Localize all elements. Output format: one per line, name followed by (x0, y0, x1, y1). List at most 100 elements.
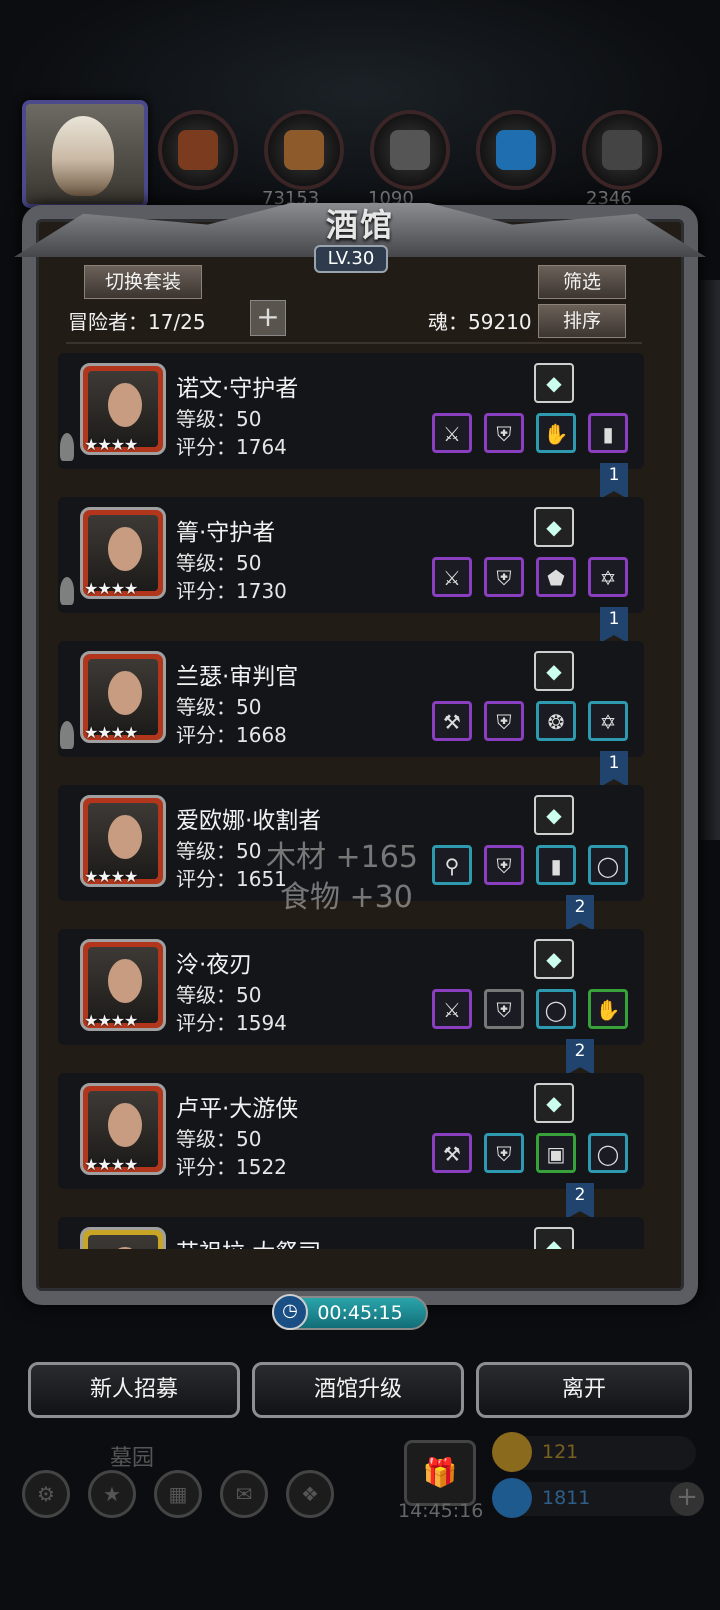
gold-counter: 121 (492, 1432, 696, 1472)
achievement-icon[interactable]: ★ (88, 1470, 136, 1518)
hero-stars: ★★★★ (84, 867, 138, 886)
team-flag: 1 (600, 463, 628, 499)
hero-name: 卢平·大游侠 (176, 1096, 299, 1122)
recruit-button[interactable]: 新人招募 (28, 1362, 240, 1418)
gauntlet-icon[interactable]: ✋ (536, 413, 576, 453)
blue-flame-icon[interactable]: ◆ (534, 939, 574, 979)
hero-level: 等级：50 (176, 839, 262, 863)
hero-row[interactable]: ★★★★ 泠·夜刃 等级：50 评分：1594 ◆ ⚔ ⛨ ◯ ✋ 2 (58, 929, 644, 1075)
hero-row[interactable]: ★★★★ 箐·守护者 等级：50 评分：1730 ◆ ⚔ ⛨ ⬟ ✡ 1 (58, 497, 644, 643)
ring-icon[interactable]: ◯ (588, 1133, 628, 1173)
divider (66, 342, 642, 344)
hero-level: 等级：50 (176, 1127, 262, 1151)
hero-level: 等级：50 (176, 407, 262, 431)
hero-name: 箐·守护者 (176, 520, 276, 546)
player-avatar[interactable] (22, 100, 148, 208)
settings-icon[interactable]: ⚙ (22, 1470, 70, 1518)
ring-icon[interactable]: ◯ (588, 845, 628, 885)
quest-icon[interactable]: ❖ (286, 1470, 334, 1518)
soul-count: 魂：59210 (428, 310, 532, 334)
wood-gain-popup: 木材 +165 (266, 840, 418, 875)
hero-score: 评分：1522 (176, 1155, 287, 1179)
armor-icon[interactable]: ⛨ (484, 413, 524, 453)
adventurer-count: 冒险者：17/25 (68, 310, 206, 334)
hammer-icon[interactable]: ⚒ (432, 701, 472, 741)
ghost-icon (60, 433, 74, 461)
team-flag: 2 (566, 1039, 594, 1075)
armor-icon[interactable]: ⛨ (484, 557, 524, 597)
hero-row[interactable]: ★★★★ 卢平·大游侠 等级：50 评分：1522 ◆ ⚒ ⛨ ▣ ◯ 2 (58, 1073, 644, 1219)
axe-icon[interactable]: ⚲ (432, 845, 472, 885)
food-resource-icon[interactable] (158, 110, 238, 190)
crystal-resource-icon[interactable] (476, 110, 556, 190)
necklace-icon[interactable]: ✡ (588, 557, 628, 597)
chest-icon[interactable]: ▣ (536, 1133, 576, 1173)
armor-icon[interactable]: ⛨ (484, 701, 524, 741)
hero-score: 评分：1594 (176, 1011, 287, 1035)
resource-bar: 73153 1090 2346 (0, 0, 720, 230)
hero-level: 等级：50 (176, 983, 262, 1007)
hero-stars: ★★★★ (84, 723, 138, 742)
stone-resource-icon[interactable] (582, 110, 662, 190)
red-gem-icon[interactable]: ◆ (534, 1227, 574, 1249)
hero-name: 艾祖拉·大祭司 (176, 1233, 321, 1249)
location-label: 墓园 (110, 1446, 155, 1471)
add-slot-button[interactable]: + (250, 300, 286, 336)
ghost-icon (60, 577, 74, 605)
gem-icon (492, 1478, 532, 1518)
hero-level: 等级：50 (176, 695, 262, 719)
mail-icon[interactable]: ✉ (220, 1470, 268, 1518)
add-currency-button[interactable]: + (670, 1482, 704, 1516)
hero-score: 评分：1730 (176, 579, 287, 603)
wood-icon[interactable]: ▮ (536, 845, 576, 885)
armor-icon[interactable]: ⛨ (484, 989, 524, 1029)
gauntlet-icon[interactable]: ✋ (588, 989, 628, 1029)
wood-resource-icon[interactable] (264, 110, 344, 190)
upgrade-tavern-button[interactable]: 酒馆升级 (252, 1362, 464, 1418)
iron-resource-icon[interactable] (370, 110, 450, 190)
wood-icon[interactable]: ▮ (588, 413, 628, 453)
hero-name: 兰瑟·审判官 (176, 664, 299, 690)
hero-row[interactable]: ★★★★ 诺文·守护者 等级：50 评分：1764 ◆ ⚔ ⛨ ✋ ▮ 1 (58, 353, 644, 499)
switch-outfit-button[interactable]: 切换套装 (84, 265, 202, 299)
team-flag: 2 (566, 1183, 594, 1219)
bow-icon[interactable]: ◆ (534, 651, 574, 691)
hero-stars: ★★★★ (84, 435, 138, 454)
dagger-icon[interactable]: ⚔ (432, 989, 472, 1029)
sword-icon[interactable]: ⚔ (432, 557, 472, 597)
shield-icon[interactable]: ⬟ (536, 557, 576, 597)
sword-icon[interactable]: ⚔ (432, 413, 472, 453)
side-frame (698, 280, 720, 840)
hero-row[interactable]: ★★★★ 兰瑟·审判官 等级：50 评分：1668 ◆ ⚒ ⛨ ❂ ✡ 1 (58, 641, 644, 787)
glove-icon[interactable]: ◆ (534, 1083, 574, 1123)
avatar-face (52, 116, 114, 196)
gem-counter: 1811 (492, 1478, 696, 1518)
hero-score: 评分：1764 (176, 435, 287, 459)
sort-button[interactable]: 排序 (538, 304, 626, 338)
ghost-icon (60, 721, 74, 749)
filter-button[interactable]: 筛选 (538, 265, 626, 299)
scythe-icon[interactable]: ⚒ (432, 1133, 472, 1173)
hero-name: 泠·夜刃 (176, 952, 253, 978)
gold-icon (492, 1432, 532, 1472)
inventory-icon[interactable]: ▦ (154, 1470, 202, 1518)
amulet-icon[interactable]: ✡ (588, 701, 628, 741)
hero-row[interactable]: 艾祖拉·大祭司 ◆ (58, 1217, 644, 1249)
hero-portrait[interactable] (80, 1227, 166, 1249)
red-gem-icon[interactable]: ◆ (534, 507, 574, 547)
ring-icon[interactable]: ◯ (536, 989, 576, 1029)
panel-title: 酒馆 (325, 206, 394, 244)
gem-value: 1811 (542, 1487, 591, 1509)
moon-amulet-icon[interactable]: ◆ (534, 363, 574, 403)
team-flag: 1 (600, 607, 628, 643)
leave-button[interactable]: 离开 (476, 1362, 692, 1418)
team-flag: 2 (566, 895, 594, 931)
vest-icon[interactable]: ⛨ (484, 1133, 524, 1173)
tavern-level-badge: LV.30 (314, 245, 388, 273)
necklace-icon[interactable]: ❂ (536, 701, 576, 741)
gold-value: 121 (542, 1441, 579, 1463)
glove-icon[interactable]: ◆ (534, 795, 574, 835)
hero-list[interactable]: ★★★★ 诺文·守护者 等级：50 评分：1764 ◆ ⚔ ⛨ ✋ ▮ 1 ★★★★ 箐·守护者 等级：… (58, 353, 644, 1249)
gift-box-icon[interactable]: 🎁 (404, 1440, 476, 1506)
armor-icon[interactable]: ⛨ (484, 845, 524, 885)
